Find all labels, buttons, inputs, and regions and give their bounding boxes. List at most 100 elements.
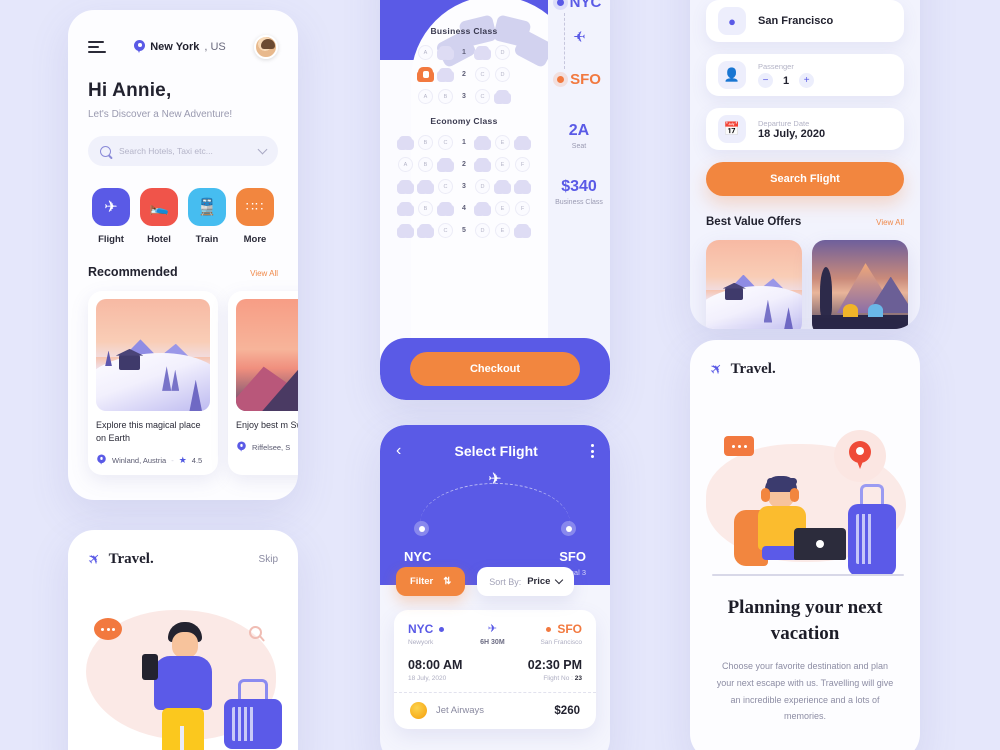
current-location[interactable]: New York , US [134, 40, 226, 54]
seat-row[interactable]: C 3 D [398, 179, 530, 194]
category-label: Flight [98, 234, 124, 245]
recommended-card-list[interactable]: Explore this magical place on Earth Winl… [68, 291, 298, 476]
airplane-icon: ✈ [487, 623, 497, 635]
seat-row[interactable]: A B 2 E F [398, 157, 530, 172]
onboarding-phone: ✈ Travel. Skip [68, 530, 298, 750]
category-train[interactable]: 🚆 Train [184, 188, 230, 245]
skip-button[interactable]: Skip [259, 554, 278, 565]
seat-C[interactable]: C [438, 179, 453, 194]
offers-list[interactable] [706, 240, 908, 329]
seat-D[interactable]: D [475, 179, 490, 194]
arrival-block: 02:30 PM Flight No : 23 [528, 658, 582, 682]
chevron-down-icon[interactable] [555, 575, 564, 585]
seat-row[interactable]: B C 1 E [398, 135, 530, 150]
seat-E[interactable]: E [495, 157, 510, 172]
seat-row[interactable]: 2 C D [418, 67, 510, 82]
seat-A[interactable]: A [418, 45, 433, 60]
seat-row[interactable]: C 5 D E [398, 223, 530, 238]
category-hotel[interactable]: 🛌 Hotel [136, 188, 182, 245]
sort-by-dropdown[interactable]: Sort By: Price [477, 567, 575, 596]
star-icon: ★ [178, 454, 187, 465]
seat-occupied [475, 201, 490, 216]
passenger-field[interactable]: 👤 Passenger − 1 + [706, 54, 904, 96]
flight-result-card[interactable]: NYC Newyork ✈ 6H 30M SFO San Francisco 0… [394, 610, 596, 729]
from-code: NYC [408, 622, 434, 636]
destination-code: SFO [570, 71, 601, 88]
destination-field[interactable]: ● San Francisco [706, 0, 904, 42]
kebab-menu-icon[interactable] [591, 444, 594, 458]
seat-row[interactable]: A 1 D [418, 45, 510, 60]
row-number: 3 [462, 183, 466, 190]
hamburger-icon[interactable] [88, 40, 106, 54]
offer-card[interactable] [812, 240, 908, 329]
seat-occupied [515, 135, 530, 150]
seat-E[interactable]: E [495, 223, 510, 238]
search-placeholder: Search Hotels, Taxi etc... [119, 146, 213, 156]
row-number: 3 [462, 93, 466, 100]
seat-row[interactable]: B 4 E F [398, 201, 530, 216]
seat-B[interactable]: B [418, 157, 433, 172]
seat-C[interactable]: C [475, 67, 490, 82]
place-meta: Riffelsee, S [236, 440, 298, 454]
offer-card[interactable] [706, 240, 802, 329]
onboarding-header: ✈ Travel. Skip [68, 530, 298, 570]
seat-selected-2A[interactable] [418, 67, 433, 82]
seat-number-caption: Seat [571, 143, 587, 150]
increment-button[interactable]: + [799, 73, 815, 88]
seat-A[interactable]: A [418, 89, 433, 104]
seat-C[interactable]: C [438, 135, 453, 150]
seat-C[interactable]: C [475, 89, 490, 104]
home-header-area: New York , US Hi Annie, Let's Discover a … [68, 10, 298, 279]
departure-block: 08:00 AM 18 July, 2020 [408, 658, 462, 682]
departure-date-field[interactable]: 📅 Departure Date 18 July, 2020 [706, 108, 904, 150]
planning-header: ✈ Travel. [690, 340, 920, 380]
planning-body: Choose your favorite destination and pla… [716, 661, 894, 722]
location-pin-icon [97, 454, 106, 466]
passenger-seat-icon: 👤 [718, 61, 746, 89]
airline-logo-icon [410, 702, 427, 719]
view-all-link[interactable]: View All [876, 218, 904, 227]
economy-class-grid[interactable]: B C 1 E A B 2 E F C 3 D B 4 E F C 5 D E [380, 135, 548, 238]
seat-map-area[interactable]: Business Class A 1 D 2 C D A B 3 C Econo… [380, 26, 548, 238]
passenger-stepper[interactable]: − 1 + [758, 73, 815, 88]
destination-node-icon [561, 521, 576, 536]
grid-dots-icon: ∷∷ [236, 188, 274, 226]
search-input[interactable]: Search Hotels, Taxi etc... [88, 136, 278, 166]
category-more[interactable]: ∷∷ More [232, 188, 278, 245]
seat-E[interactable]: E [495, 135, 510, 150]
seat-A[interactable]: A [398, 157, 413, 172]
avatar[interactable] [254, 35, 278, 59]
category-label: Hotel [147, 234, 171, 245]
seat-D[interactable]: D [495, 45, 510, 60]
seat-E[interactable]: E [495, 201, 510, 216]
seat-occupied [438, 201, 453, 216]
seat-F[interactable]: F [515, 157, 530, 172]
flight-to: SFO San Francisco [540, 622, 582, 646]
place-card[interactable]: Explore this magical place on Earth Winl… [88, 291, 218, 476]
seat-D[interactable]: D [475, 223, 490, 238]
seat-B[interactable]: B [418, 201, 433, 216]
meta-separator: - [171, 455, 174, 465]
business-class-grid[interactable]: A 1 D 2 C D A B 3 C [380, 45, 548, 104]
seat-B[interactable]: B [438, 89, 453, 104]
category-label: More [243, 234, 267, 245]
chevron-down-icon[interactable] [257, 144, 268, 155]
filter-button[interactable]: Filter ⇅ [396, 567, 466, 596]
seat-C[interactable]: C [438, 223, 453, 238]
home-screen-phone: New York , US Hi Annie, Let's Discover a … [68, 10, 298, 500]
seat-occupied [398, 179, 413, 194]
seat-F[interactable]: F [515, 201, 530, 216]
airline-name: Jet Airways [436, 705, 485, 716]
decrement-button[interactable]: − [758, 73, 773, 88]
place-card[interactable]: Enjoy best m Switzerland Riffelsee, S [228, 291, 298, 476]
category-flight[interactable]: ✈ Flight [88, 188, 134, 245]
chat-bubble-icon [724, 436, 754, 456]
seat-B[interactable]: B [418, 135, 433, 150]
search-flight-button[interactable]: Search Flight [706, 162, 904, 196]
chevron-left-icon[interactable]: ‹ [396, 443, 401, 459]
checkout-button[interactable]: Checkout [410, 352, 580, 386]
airline-row: Jet Airways $260 [408, 693, 582, 719]
seat-row[interactable]: A B 3 C [418, 89, 510, 104]
seat-D[interactable]: D [495, 67, 510, 82]
view-all-link[interactable]: View All [250, 269, 278, 278]
